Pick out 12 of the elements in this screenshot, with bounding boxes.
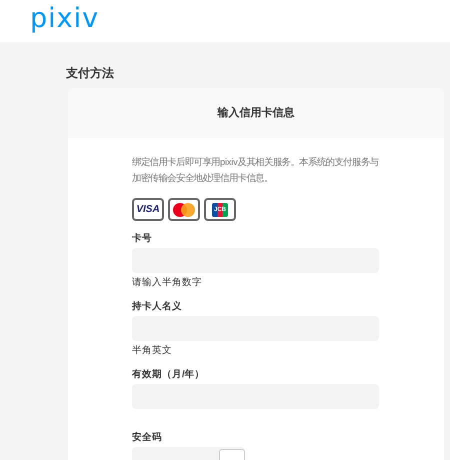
card-title: 输入信用卡信息 <box>68 88 444 138</box>
visa-logo: VISA <box>132 198 164 221</box>
field-label: 安全码 <box>132 431 163 444</box>
field-hint: 请输入半角数字 <box>132 276 203 289</box>
logo[interactable]: pixiv <box>30 3 100 34</box>
page-title: 支付方法 <box>66 65 115 81</box>
field-label: 有效期（月/年） <box>132 368 206 381</box>
description: 绑定信用卡后即可享用pixiv及其相关服务。本系统的支付服务与加密传输会安全地处理信用卡信息。 <box>132 156 379 185</box>
field-hint: 半角英文 <box>132 344 173 357</box>
field-label: 卡号 <box>132 232 153 245</box>
mastercard-logo <box>168 198 200 221</box>
field-label: 持卡人名义 <box>132 300 183 313</box>
